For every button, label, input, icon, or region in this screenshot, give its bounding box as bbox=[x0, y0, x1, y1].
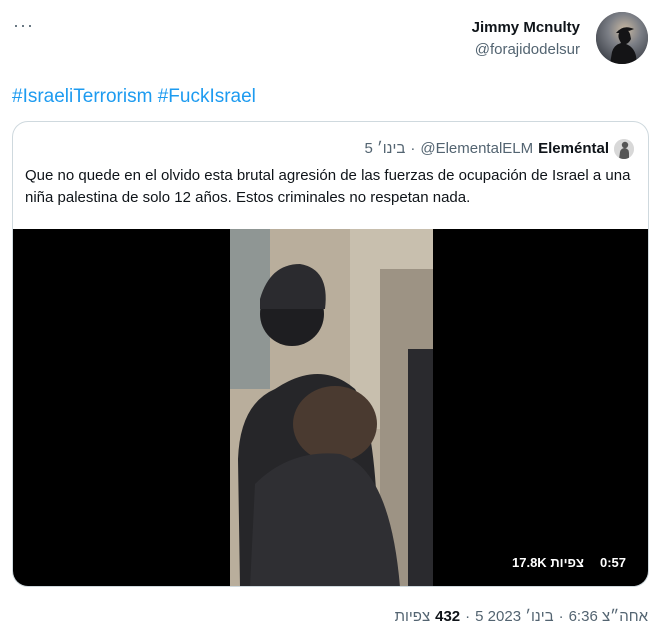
quoted-tweet-text: Que no quede en el olvido esta brutal ag… bbox=[25, 167, 631, 206]
quoted-tweet-header: Eleméntal @ElementalELM · 5 בינו׳ bbox=[364, 139, 634, 159]
views-label: צפיות bbox=[394, 608, 431, 625]
quoted-author-name[interactable]: Eleméntal bbox=[538, 139, 609, 159]
tweet-hashtags: #IsraeliTerrorism #FuckIsrael bbox=[12, 85, 256, 109]
quoted-tweet[interactable]: Eleméntal @ElementalELM · 5 בינו׳ Que no… bbox=[12, 121, 649, 587]
tweet-metadata: 6:36 אחה״צ · 5 בינו׳ 2023 · 432 צפיות bbox=[395, 607, 648, 627]
video-thumbnail bbox=[230, 229, 433, 586]
quoted-author-handle[interactable]: @ElementalELM bbox=[420, 139, 533, 159]
avatar-figure-icon bbox=[614, 139, 634, 159]
separator-dot: · bbox=[465, 608, 471, 625]
tweet-header: ··· Jimmy Mcnulty @forajidodelsur bbox=[0, 0, 660, 76]
video-player[interactable]: 0:57 17.8K צפיות bbox=[13, 229, 648, 586]
hashtag-link[interactable]: #IsraeliTerrorism bbox=[12, 86, 152, 107]
author-avatar[interactable] bbox=[596, 12, 648, 64]
hashtag-link[interactable]: #FuckIsrael bbox=[158, 86, 256, 107]
video-views-badge: 17.8K צפיות bbox=[512, 555, 584, 570]
tweet-date[interactable]: 5 בינו׳ 2023 bbox=[475, 607, 553, 627]
author-info[interactable]: Jimmy Mcnulty @forajidodelsur bbox=[472, 18, 580, 60]
more-options-icon[interactable]: ··· bbox=[13, 16, 34, 34]
separator-dot: · bbox=[558, 608, 564, 625]
video-duration-badge: 0:57 bbox=[600, 555, 627, 570]
author-handle[interactable]: @forajidodelsur bbox=[472, 40, 580, 60]
video-frame-image bbox=[230, 229, 433, 586]
views-count: 432 bbox=[435, 608, 461, 625]
quoted-author-avatar[interactable] bbox=[614, 139, 634, 159]
tweet-time[interactable]: 6:36 אחה״צ bbox=[569, 607, 648, 627]
quoted-tweet-date[interactable]: 5 בינו׳ bbox=[364, 139, 405, 159]
separator-dot: · bbox=[410, 140, 416, 157]
avatar-silhouette-icon bbox=[596, 12, 648, 64]
author-name[interactable]: Jimmy Mcnulty bbox=[472, 18, 580, 38]
